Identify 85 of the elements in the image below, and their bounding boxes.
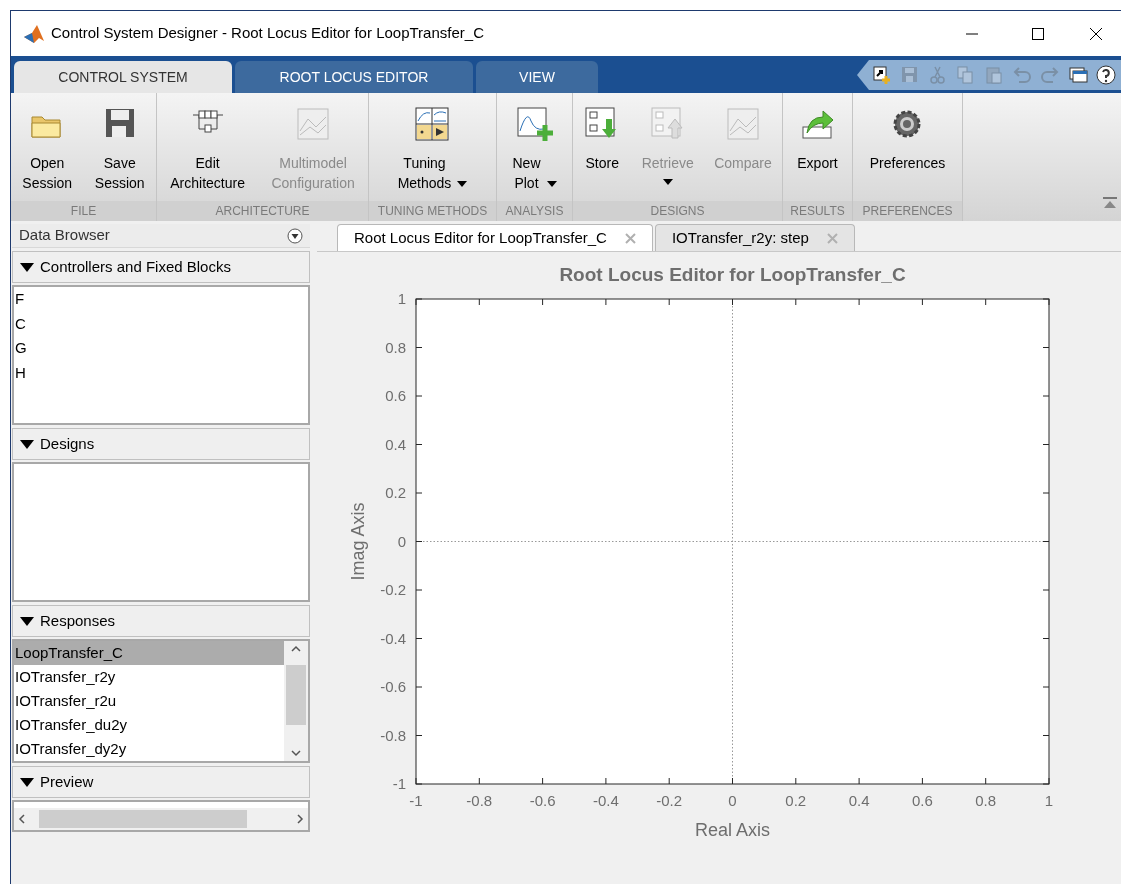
maximize-icon[interactable] [1031, 26, 1045, 41]
tick-label: -0.8 [380, 726, 406, 744]
tuning-grid-icon [413, 105, 452, 143]
toolstrip-button[interactable]: New Plot [510, 105, 559, 193]
tick-label: 0.6 [385, 387, 406, 404]
tick-label: 0.6 [911, 792, 933, 809]
collapse-icon[interactable] [1103, 197, 1117, 209]
tick-label: -0.8 [466, 792, 493, 809]
tick-label: -0.6 [380, 678, 406, 695]
toolstrip-button[interactable]: Open Session [20, 105, 75, 193]
list-item[interactable]: C [14, 311, 308, 336]
list-item[interactable]: IOTransfer_r2u [14, 689, 284, 713]
tick-label: 0.2 [385, 484, 406, 501]
tick-label: -0.2 [656, 792, 683, 809]
list-item[interactable]: IOTransfer_du2y [14, 713, 284, 737]
tick-label: 0.8 [975, 792, 997, 809]
close-icon[interactable] [1089, 26, 1103, 41]
dropdown-caret-icon [546, 181, 557, 187]
tick-label: -0.4 [592, 792, 619, 809]
tick-label: 1 [1044, 792, 1054, 809]
x-axis-label: Real Axis [695, 820, 770, 840]
chart-icon [724, 105, 762, 143]
window-title: Control System Designer - Root Locus Editor for LoopTransfer_C [51, 23, 484, 44]
section-header[interactable]: Responses [12, 605, 310, 637]
toolstrip-button[interactable]: Preferences [867, 105, 948, 173]
section-label: PREFERENCES [862, 203, 953, 220]
scroll-left-icon[interactable] [18, 814, 26, 824]
tick-label: -0.6 [529, 792, 556, 809]
tick-label: 0.4 [385, 435, 406, 453]
list-item[interactable]: LoopTransfer_C [14, 641, 284, 665]
y-axis-label: Imag Axis [348, 502, 368, 581]
ribbon-tab[interactable]: ROOT LOCUS EDITOR [235, 61, 473, 93]
tick-label: 1 [397, 290, 406, 307]
ribbon-tab[interactable]: CONTROL SYSTEM [14, 61, 232, 93]
document-tab[interactable]: IOTransfer_r2y: step [654, 224, 855, 251]
section-label: ANALYSIS [505, 203, 564, 220]
scroll-up-icon[interactable] [291, 645, 301, 653]
panel-title: Data Browser [19, 225, 110, 246]
expanded-triangle-icon [20, 616, 34, 626]
expanded-triangle-icon [20, 777, 34, 787]
tick-label: 0.4 [848, 792, 870, 809]
app-logo-icon [23, 23, 45, 44]
expanded-triangle-icon [20, 262, 34, 272]
toolstrip-button[interactable]: Tuning Methods [395, 105, 470, 193]
help-icon[interactable] [1095, 64, 1117, 86]
toolstrip-button[interactable]: Save Session [92, 105, 147, 193]
toolstrip-button[interactable]: Export [795, 105, 840, 173]
scroll-down-icon[interactable] [291, 749, 301, 757]
new-shortcut-icon[interactable] [871, 64, 893, 86]
section-label: FILE [70, 203, 97, 220]
list-item[interactable]: IOTransfer_dy2y [14, 737, 284, 761]
chart-title: Root Locus Editor for LoopTransfer_C [559, 264, 906, 285]
section-label: ARCHITECTURE [215, 203, 310, 220]
horizontal-scrollbar[interactable] [14, 808, 308, 830]
document-tab[interactable]: Root Locus Editor for LoopTransfer_C [337, 224, 653, 251]
section-header[interactable]: Designs [12, 428, 310, 460]
tick-label: -1 [392, 775, 406, 792]
list-item[interactable]: F [14, 287, 308, 312]
dropdown-caret-icon [457, 181, 468, 187]
section-header[interactable]: Preview [12, 766, 310, 798]
section-label: RESULTS [790, 203, 845, 220]
tick-label: 0 [397, 532, 406, 550]
list-item[interactable]: IOTransfer_r2y [14, 665, 284, 689]
list-item[interactable]: H [14, 360, 308, 385]
toolstrip-button[interactable]: Store [581, 105, 624, 173]
tick-label: 0 [728, 792, 737, 809]
section-header[interactable]: Controllers and Fixed Blocks [12, 251, 310, 283]
expanded-triangle-icon [20, 439, 34, 449]
dropdown-caret-icon [662, 179, 673, 185]
windows-icon[interactable] [1067, 64, 1089, 86]
close-tab-icon[interactable] [624, 232, 636, 244]
section-label: DESIGNS [650, 203, 705, 220]
tick-label: -0.4 [380, 629, 406, 647]
tick-label: 0.2 [785, 792, 807, 809]
scroll-right-icon[interactable] [296, 814, 304, 824]
tick-label: -0.2 [380, 581, 406, 598]
new-plot-icon [515, 105, 554, 143]
section-label: TUNING METHODS [377, 203, 488, 220]
toolstrip-button[interactable]: Edit Architecture [168, 105, 247, 193]
vertical-scrollbar[interactable] [284, 641, 308, 761]
tick-label: 0.8 [385, 338, 406, 356]
tick-label: -1 [409, 792, 423, 809]
ribbon-tab[interactable]: VIEW [476, 61, 598, 93]
panel-menu-icon[interactable] [287, 227, 303, 244]
list-item[interactable]: G [14, 336, 308, 361]
